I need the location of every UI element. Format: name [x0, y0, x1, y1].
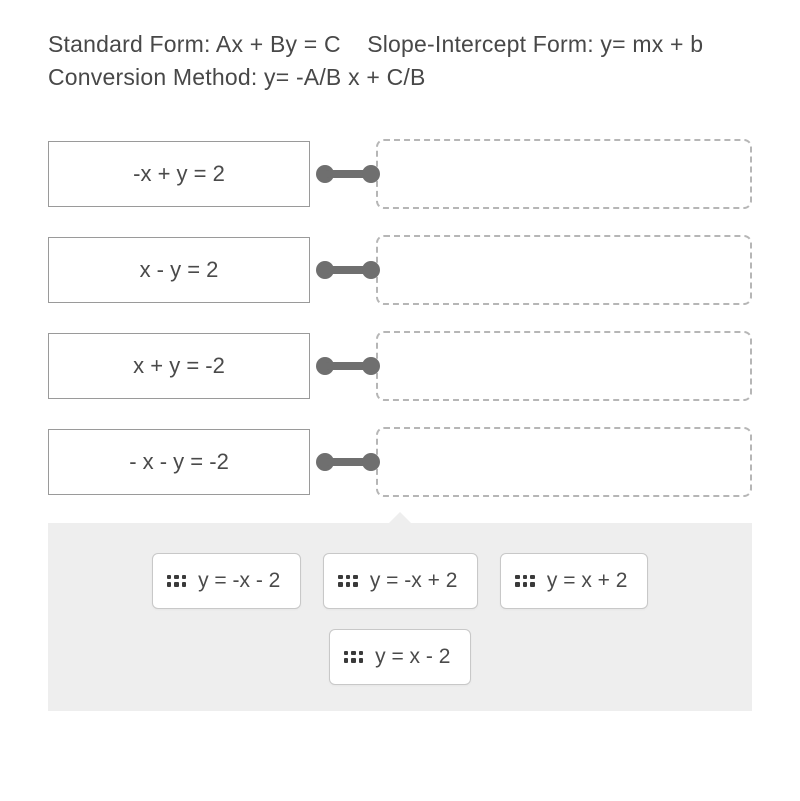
- connector-icon: [316, 356, 380, 376]
- answer-label: y = x + 2: [547, 569, 628, 593]
- match-row: - x - y = -2: [48, 427, 752, 497]
- answer-chip[interactable]: y = x + 2: [500, 553, 648, 609]
- drop-zone[interactable]: [376, 331, 752, 401]
- match-row: -x + y = 2: [48, 139, 752, 209]
- prompt-label: x - y = 2: [140, 257, 219, 283]
- answer-tray-wrap: y = -x - 2 y = -x + 2 y = x + 2 y = x - …: [48, 523, 752, 711]
- grip-icon: [515, 575, 535, 587]
- page-container: Standard Form: Ax + By = C Slope-Interce…: [0, 0, 800, 711]
- prompt-box: -x + y = 2: [48, 141, 310, 207]
- prompt-box: - x - y = -2: [48, 429, 310, 495]
- grip-icon: [344, 651, 364, 663]
- matching-work-area: -x + y = 2 x - y = 2 x + y = -2: [48, 135, 752, 711]
- answer-chip[interactable]: y = -x + 2: [323, 553, 478, 609]
- instruction-seg-3: mx + b: [632, 31, 703, 57]
- grip-icon: [167, 575, 187, 587]
- drop-zone[interactable]: [376, 427, 752, 497]
- answer-label: y = x - 2: [375, 645, 450, 669]
- prompt-box: x - y = 2: [48, 237, 310, 303]
- connector-icon: [316, 164, 380, 184]
- answer-chip[interactable]: y = -x - 2: [152, 553, 302, 609]
- instructions-text: Standard Form: Ax + By = C Slope-Interce…: [48, 28, 752, 95]
- instruction-seg-1: Standard Form: Ax + By = C: [48, 31, 341, 57]
- grip-icon: [338, 575, 358, 587]
- answer-chip[interactable]: y = x - 2: [329, 629, 472, 685]
- match-row: x + y = -2: [48, 331, 752, 401]
- prompt-label: x + y = -2: [133, 353, 225, 379]
- connector-icon: [316, 452, 380, 472]
- tray-notch-icon: [387, 512, 413, 525]
- instruction-seg-2: Slope-Intercept Form: y=: [367, 31, 626, 57]
- match-row: x - y = 2: [48, 235, 752, 305]
- prompt-box: x + y = -2: [48, 333, 310, 399]
- drop-zone[interactable]: [376, 235, 752, 305]
- connector-icon: [316, 260, 380, 280]
- answer-label: y = -x + 2: [370, 569, 458, 593]
- prompt-label: -x + y = 2: [133, 161, 225, 187]
- prompt-label: - x - y = -2: [129, 449, 229, 475]
- answer-label: y = -x - 2: [198, 569, 280, 593]
- answer-tray: y = -x - 2 y = -x + 2 y = x + 2 y = x - …: [48, 523, 752, 711]
- drop-zone[interactable]: [376, 139, 752, 209]
- instruction-seg-4: Conversion Method: y= -A/B x + C/B: [48, 64, 426, 90]
